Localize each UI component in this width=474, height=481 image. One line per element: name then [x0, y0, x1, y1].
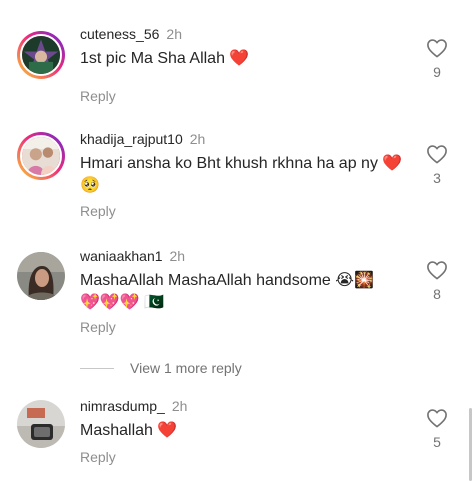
reply-button[interactable]: Reply	[80, 87, 116, 105]
reply-button[interactable]: Reply	[80, 202, 116, 220]
comment-text: MashaAllah MashaAllah handsome 😭🎇 💖💖💖 🇵🇰	[80, 272, 374, 311]
heart-outline-icon[interactable]	[426, 144, 448, 164]
view-more-replies-button[interactable]: View 1 more reply	[80, 358, 242, 378]
like-button[interactable]: 8	[423, 260, 451, 302]
comment-item: cuteness_56 2h 1st pic Ma Sha Allah ❤️ Re…	[0, 0, 474, 120]
divider	[80, 367, 114, 369]
like-count: 8	[433, 286, 441, 302]
timestamp: 2h	[169, 248, 186, 264]
like-button[interactable]: 9	[423, 38, 451, 80]
avatar-image	[22, 36, 60, 74]
comment-meta: cuteness_56 2h	[80, 25, 182, 43]
reply-button[interactable]: Reply	[80, 448, 116, 466]
avatar[interactable]	[17, 132, 65, 180]
comment-item: waniaakhan1 2h MashaAllah MashaAllah hand…	[0, 235, 474, 355]
comment-meta: waniaakhan1 2h	[80, 247, 185, 265]
timestamp: 2h	[189, 131, 206, 147]
heart-outline-icon[interactable]	[426, 38, 448, 58]
avatar-image	[17, 400, 65, 448]
comment-meta: khadija_rajput10 2h	[80, 130, 205, 148]
like-count: 3	[433, 170, 441, 186]
timestamp: 2h	[166, 26, 182, 42]
heart-outline-icon[interactable]	[426, 408, 448, 428]
like-count: 5	[433, 434, 441, 450]
username[interactable]: nimrasdump_	[80, 398, 165, 414]
username[interactable]: cuteness_56	[80, 26, 159, 42]
like-count: 9	[433, 64, 441, 80]
avatar[interactable]	[17, 252, 65, 300]
reply-button[interactable]: Reply	[80, 318, 116, 336]
comment-text: 1st pic Ma Sha Allah ❤️	[80, 50, 250, 67]
timestamp: 2h	[171, 398, 188, 414]
heart-outline-icon[interactable]	[426, 260, 448, 280]
username[interactable]: waniaakhan1	[80, 248, 163, 264]
view-more-replies-label[interactable]: View 1 more reply	[130, 360, 242, 376]
avatar[interactable]	[17, 400, 65, 448]
comment-meta: nimrasdump_ 2h	[80, 397, 187, 415]
avatar-image	[17, 252, 65, 300]
username[interactable]: khadija_rajput10	[80, 131, 183, 147]
comment-item: khadija_rajput10 2h Hmari ansha ko Bht kh…	[0, 120, 474, 235]
avatar-image	[22, 137, 60, 175]
comment-item: nimrasdump_ 2h Mashallah ❤️ Reply 5	[0, 385, 474, 481]
comment-text: Hmari ansha ko Bht khush rkhna ha ap ny …	[80, 155, 403, 194]
like-button[interactable]: 5	[423, 408, 451, 450]
avatar[interactable]	[17, 31, 65, 79]
comment-text: Mashallah ❤️	[80, 422, 178, 439]
like-button[interactable]: 3	[423, 144, 451, 186]
scrollbar[interactable]	[469, 408, 472, 481]
